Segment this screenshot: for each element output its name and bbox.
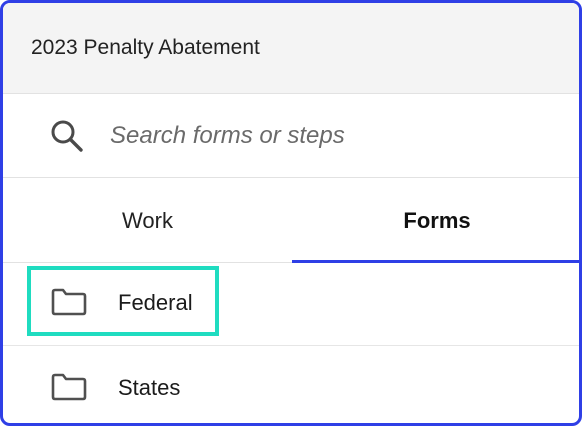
- folder-icon: [51, 288, 87, 316]
- title-bar: 2023 Penalty Abatement: [3, 3, 579, 94]
- folder-item-label: States: [118, 375, 181, 400]
- folder-item-federal[interactable]: Federal: [3, 263, 579, 346]
- tab-bar: Work Forms: [3, 179, 579, 263]
- page-title: 2023 Penalty Abatement: [31, 36, 260, 59]
- search-icon: [51, 120, 83, 152]
- folder-icon: [51, 373, 87, 401]
- tab-work[interactable]: Work: [3, 179, 292, 262]
- search-input[interactable]: [110, 116, 550, 156]
- folder-item-label: Federal: [118, 290, 193, 315]
- app-panel: 2023 Penalty Abatement Work Forms Federa…: [0, 0, 582, 426]
- tab-forms[interactable]: Forms: [292, 179, 579, 263]
- folder-item-states[interactable]: States: [3, 346, 579, 423]
- search-bar: [3, 95, 579, 178]
